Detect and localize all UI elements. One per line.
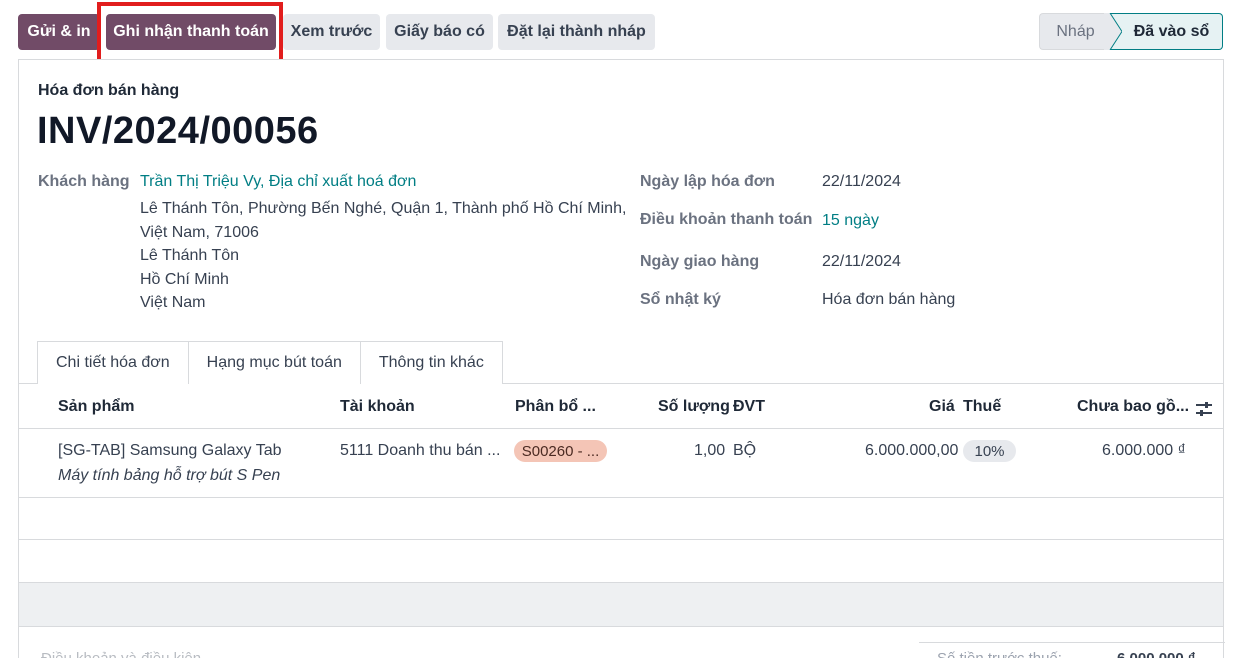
status-bar: Nháp Đã vào sổ: [1039, 13, 1223, 50]
row-divider: [19, 497, 1223, 498]
price-cell[interactable]: 6.000.000,00: [865, 442, 958, 460]
delivery-date-label: Ngày giao hàng: [640, 253, 760, 270]
col-account[interactable]: Tài khoản: [340, 398, 415, 416]
optional-columns-icon[interactable]: [1195, 401, 1213, 417]
delivery-date-value[interactable]: 22/11/2024: [822, 253, 901, 271]
subtotal-cell: 6.000.000 ₫: [1102, 442, 1186, 459]
analytic-badge[interactable]: S00260 - ...: [514, 440, 607, 462]
customer-label: Khách hàng: [38, 173, 130, 190]
status-posted[interactable]: Đã vào sổ: [1111, 13, 1223, 50]
address-line: Việt Nam: [140, 294, 206, 311]
col-tax[interactable]: Thuế: [963, 398, 1001, 416]
invoice-sheet: Hóa đơn bán hàng INV/2024/00056 Khách hà…: [18, 59, 1225, 658]
status-chevron-icon: [1104, 13, 1122, 50]
col-uom[interactable]: ĐVT: [733, 398, 765, 416]
col-subtotal[interactable]: Chưa bao gồ...: [1077, 398, 1189, 416]
send-print-button[interactable]: Gửi & in: [18, 14, 100, 50]
header-divider: [19, 428, 1223, 429]
customer-link[interactable]: Trần Thị Triệu Vy, Địa chỉ xuất hoá đơn: [140, 173, 416, 191]
tab-other-info[interactable]: Thông tin khác: [359, 341, 503, 384]
preview-button[interactable]: Xem trước: [283, 14, 380, 50]
row-divider: [19, 626, 1223, 627]
table-footer-band: [19, 583, 1223, 626]
highlight-box: [97, 2, 283, 66]
account-cell[interactable]: 5111 Doanh thu bán ...: [340, 442, 500, 460]
credit-note-button[interactable]: Giấy báo có: [386, 14, 493, 50]
status-draft[interactable]: Nháp: [1039, 13, 1111, 50]
tax-badge[interactable]: 10%: [963, 440, 1016, 462]
untaxed-value: 6.000.000 ₫: [1117, 650, 1196, 658]
reset-to-draft-button[interactable]: Đặt lại thành nháp: [498, 14, 655, 50]
col-quantity[interactable]: Số lượng: [658, 398, 730, 416]
document-type: Hóa đơn bán hàng: [38, 82, 180, 99]
tab-journal-items[interactable]: Hạng mục bút toán: [187, 341, 361, 384]
uom-cell[interactable]: BỘ: [733, 442, 756, 460]
address-line: Hồ Chí Minh: [140, 271, 229, 288]
untaxed-label: Số tiền trước thuế:: [937, 650, 1062, 658]
col-product[interactable]: Sản phẩm: [58, 398, 134, 416]
quantity-cell[interactable]: 1,00: [694, 442, 725, 460]
address-line: Lê Thánh Tôn: [140, 247, 240, 264]
payment-terms-link[interactable]: 15 ngày: [822, 212, 879, 230]
invoice-date-value[interactable]: 22/11/2024: [822, 173, 901, 191]
invoice-date-label: Ngày lập hóa đơn: [640, 173, 775, 190]
notebook-tabs: Chi tiết hóa đơn Hạng mục bút toán Thông…: [37, 341, 503, 384]
col-price[interactable]: Giá: [929, 398, 955, 416]
journal-label: Sổ nhật ký: [640, 291, 721, 308]
address-line: Việt Nam, 71006: [140, 224, 259, 241]
invoice-number: INV/2024/00056: [37, 110, 319, 152]
journal-value[interactable]: Hóa đơn bán hàng: [822, 291, 955, 309]
col-analytic[interactable]: Phân bổ ...: [515, 398, 596, 416]
tab-invoice-lines[interactable]: Chi tiết hóa đơn: [37, 341, 189, 384]
terms-placeholder[interactable]: Điều khoản và điều kiện: [41, 650, 201, 658]
product-description: Máy tính bảng hỗ trợ bút S Pen: [58, 467, 281, 484]
row-divider: [19, 539, 1223, 540]
payment-terms-label: Điều khoản thanh toán: [640, 211, 813, 228]
address-line: Lê Thánh Tôn, Phường Bến Nghé, Quận 1, T…: [140, 200, 627, 217]
product-link[interactable]: [SG-TAB] Samsung Galaxy Tab: [58, 442, 282, 460]
